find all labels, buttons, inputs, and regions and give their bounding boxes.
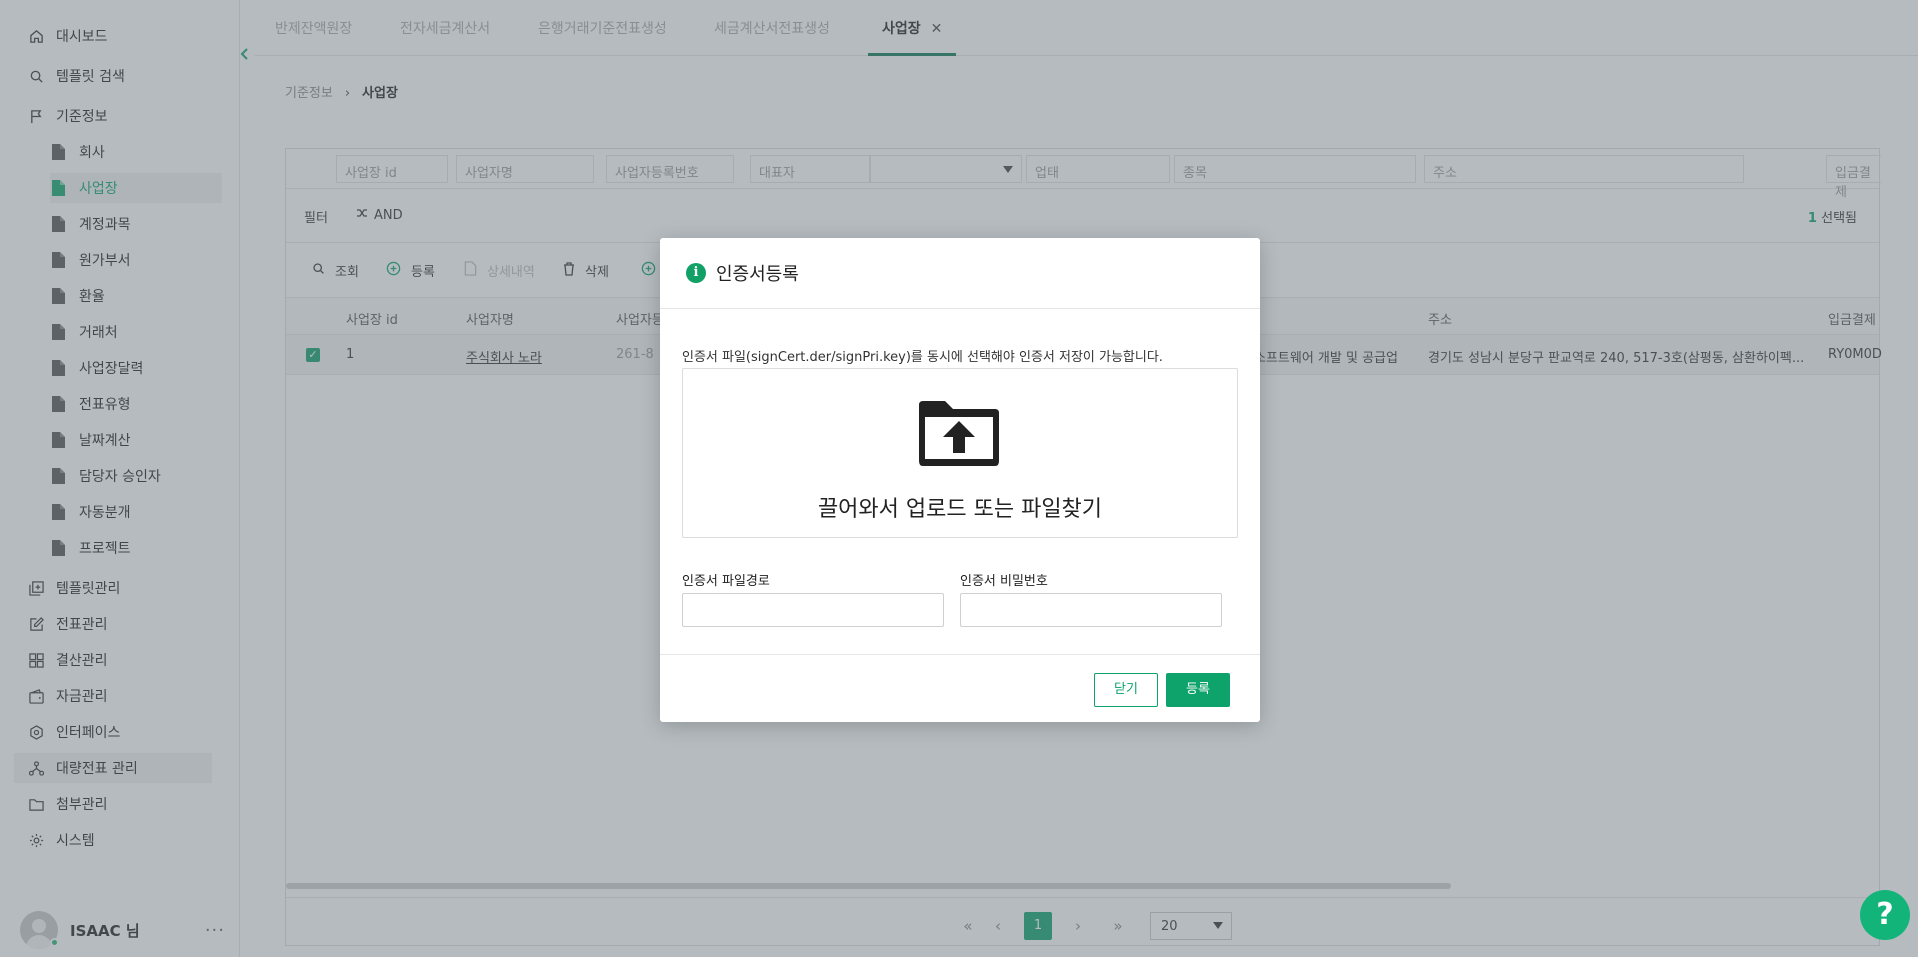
- cert-path-input[interactable]: [682, 593, 944, 627]
- cert-path-label: 인증서 파일경로: [682, 574, 770, 589]
- dialog-header: i 인증서등록: [660, 238, 1260, 309]
- dialog-title: 인증서등록: [716, 264, 799, 285]
- file-dropzone[interactable]: 끌어와서 업로드 또는 파일찾기: [682, 368, 1238, 538]
- close-button[interactable]: 닫기: [1094, 673, 1158, 707]
- dialog-footer: 닫기 등록: [660, 654, 1260, 722]
- dialog-notice: 인증서 파일(signCert.der/signPri.key)를 동시에 선택…: [682, 350, 1163, 365]
- help-button[interactable]: ?: [1860, 890, 1910, 940]
- cert-password-label: 인증서 비밀번호: [960, 574, 1048, 589]
- folder-upload-icon: [915, 399, 1003, 473]
- cert-password-input[interactable]: [960, 593, 1222, 627]
- certificate-register-dialog: i 인증서등록 인증서 파일(signCert.der/signPri.key)…: [660, 238, 1260, 722]
- dropzone-text: 끌어와서 업로드 또는 파일찾기: [817, 497, 1103, 522]
- info-icon: i: [686, 263, 706, 283]
- register-submit-button[interactable]: 등록: [1166, 673, 1230, 707]
